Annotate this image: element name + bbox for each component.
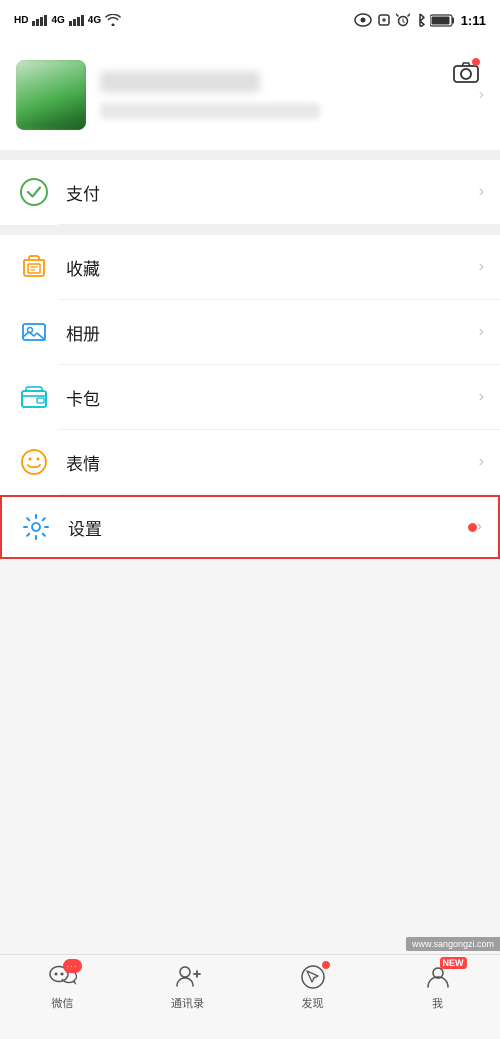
- nav-item-me[interactable]: NEW 我: [375, 963, 500, 1011]
- settings-icon: [18, 509, 54, 545]
- profile-name: [100, 71, 260, 93]
- content-spacer: [0, 559, 500, 609]
- status-left: HD 4G 4G: [14, 14, 121, 26]
- menu-item-wallet[interactable]: 卡包 ›: [0, 365, 500, 429]
- watermark: www.sangongzi.com: [406, 937, 500, 951]
- emoji-label: 表情: [66, 450, 479, 475]
- camera-button[interactable]: [448, 54, 484, 90]
- me-nav-label: 我: [432, 995, 443, 1011]
- menu-item-album[interactable]: 相册 ›: [0, 300, 500, 364]
- avatar: [16, 60, 86, 130]
- emoji-icon: [16, 444, 52, 480]
- wallet-icon: [16, 379, 52, 415]
- settings-chevron-icon: ›: [477, 518, 482, 536]
- time-display: 1:11: [461, 13, 486, 28]
- network-type: HD: [14, 15, 28, 26]
- menu-item-emoji[interactable]: 表情 ›: [0, 430, 500, 494]
- contacts-nav-icon: [173, 963, 203, 991]
- wallet-chevron-icon: ›: [479, 388, 484, 406]
- nfc-icon: [377, 13, 391, 27]
- settings-notification-dot: [468, 523, 477, 532]
- payment-label: 支付: [66, 180, 479, 205]
- album-label: 相册: [66, 320, 479, 345]
- favorites-chevron-icon: ›: [479, 258, 484, 276]
- wallet-label: 卡包: [66, 385, 479, 410]
- signal-bars-1: [32, 15, 47, 26]
- profile-section[interactable]: ›: [0, 40, 500, 150]
- bottom-navigation: ··· 微信 通讯录 发现: [0, 954, 500, 1039]
- favorites-label: 收藏: [66, 255, 479, 280]
- signal-label-1: 4G: [51, 15, 64, 26]
- payment-icon: [16, 174, 52, 210]
- wechat-nav-label: 微信: [52, 995, 74, 1011]
- alarm-icon: [396, 13, 410, 27]
- signal-label-2: 4G: [88, 15, 101, 26]
- nav-item-discover[interactable]: 发现: [250, 963, 375, 1011]
- eye-icon: [354, 13, 372, 27]
- payment-chevron-icon: ›: [479, 183, 484, 201]
- me-nav-icon: NEW: [423, 963, 453, 991]
- wifi-icon: [105, 14, 121, 26]
- menu-item-payment[interactable]: 支付 ›: [0, 160, 500, 224]
- album-icon: [16, 314, 52, 350]
- nav-item-contacts[interactable]: 通讯录: [125, 963, 250, 1011]
- wechat-badge: ···: [63, 959, 82, 973]
- discover-nav-label: 发现: [302, 995, 324, 1011]
- menu-section-2: 收藏 › 相册 › 卡包 ›: [0, 235, 500, 559]
- signal-bars-2: [69, 15, 84, 26]
- settings-label: 设置: [68, 515, 462, 540]
- profile-info: [100, 71, 465, 119]
- battery-icon: [430, 14, 456, 27]
- section-divider-2: [0, 225, 500, 235]
- favorites-icon: [16, 249, 52, 285]
- bluetooth-icon: [415, 13, 425, 27]
- status-right: 1:11: [354, 13, 486, 28]
- album-chevron-icon: ›: [479, 323, 484, 341]
- menu-item-settings[interactable]: 设置 ›: [0, 495, 500, 559]
- me-new-badge: NEW: [440, 957, 467, 969]
- emoji-chevron-icon: ›: [479, 453, 484, 471]
- contacts-nav-label: 通讯录: [171, 995, 204, 1011]
- wechat-nav-icon: ···: [48, 963, 78, 991]
- status-bar: HD 4G 4G: [0, 0, 500, 40]
- menu-item-favorites[interactable]: 收藏 ›: [0, 235, 500, 299]
- discover-notification-dot: [322, 961, 330, 969]
- camera-notification-dot: [472, 58, 480, 66]
- section-divider-1: [0, 150, 500, 160]
- nav-item-wechat[interactable]: ··· 微信: [0, 963, 125, 1011]
- menu-section: 支付 ›: [0, 160, 500, 225]
- discover-nav-icon: [298, 963, 328, 991]
- avatar-image: [16, 60, 86, 130]
- profile-detail: [100, 103, 320, 119]
